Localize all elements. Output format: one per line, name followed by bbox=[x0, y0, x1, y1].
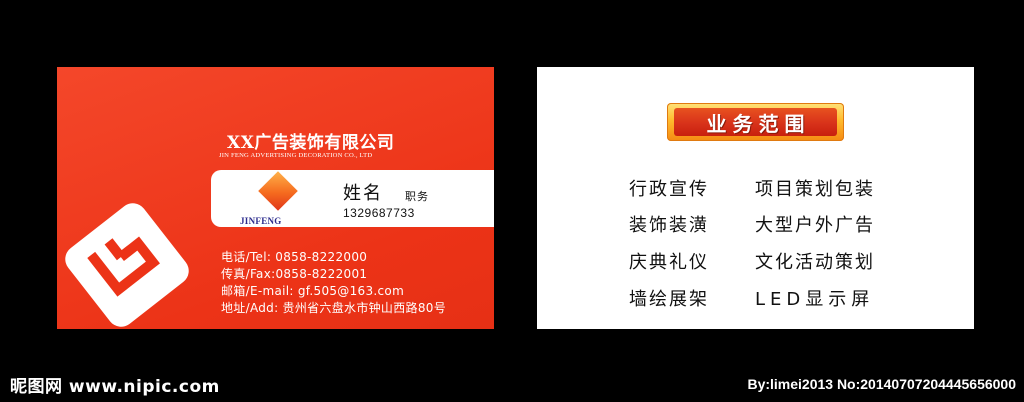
service-item: 大型户外广告 bbox=[755, 215, 875, 236]
service-item: 行政宣传 bbox=[629, 179, 709, 200]
company-name-cn: XX广告装饰有限公司 bbox=[227, 133, 395, 153]
service-item: 文化活动策划 bbox=[755, 252, 875, 273]
watermark-id: By:limei2013 No:20140707204445656000 bbox=[747, 376, 1016, 392]
service-item: 墙绘展架 bbox=[629, 289, 709, 310]
service-item: 庆典礼仪 bbox=[629, 252, 709, 273]
contact-address: 地址/Add: 贵州省六盘水市钟山西路80号 bbox=[221, 301, 447, 315]
contact-email: 邮箱/E-mail: gf.505@163.com bbox=[221, 284, 405, 298]
person-name: 姓名 bbox=[343, 183, 383, 204]
scope-heading: 业务范围 bbox=[674, 108, 837, 136]
canvas: XX广告装饰有限公司 JIN FENG ADVERTISING DECORATI… bbox=[0, 0, 1024, 402]
brand-name: JINFENG bbox=[240, 216, 282, 226]
contact-fax: 传真/Fax:0858-8222001 bbox=[221, 267, 368, 281]
scope-badge: 业务范围 bbox=[667, 103, 844, 141]
contact-tel: 电话/Tel: 0858-8222000 bbox=[221, 250, 368, 264]
service-item: 项目策划包装 bbox=[755, 179, 875, 200]
person-title: 职务 bbox=[405, 190, 429, 203]
company-name-en: JIN FENG ADVERTISING DECORATION CO., LTD bbox=[219, 152, 373, 159]
business-card-back: 业务范围 行政宣传 项目策划包装 装饰装潢 大型户外广告 庆典礼仪 文化活动策划… bbox=[537, 67, 974, 329]
logo-mark-icon bbox=[65, 203, 189, 327]
service-item: LED显示屏 bbox=[755, 289, 875, 310]
business-card-front: XX广告装饰有限公司 JIN FENG ADVERTISING DECORATI… bbox=[57, 67, 494, 329]
person-phone: 1329687733 bbox=[343, 206, 415, 220]
service-item: 装饰装潢 bbox=[629, 215, 709, 236]
watermark-site: 昵图网 www.nipic.com bbox=[10, 377, 220, 397]
